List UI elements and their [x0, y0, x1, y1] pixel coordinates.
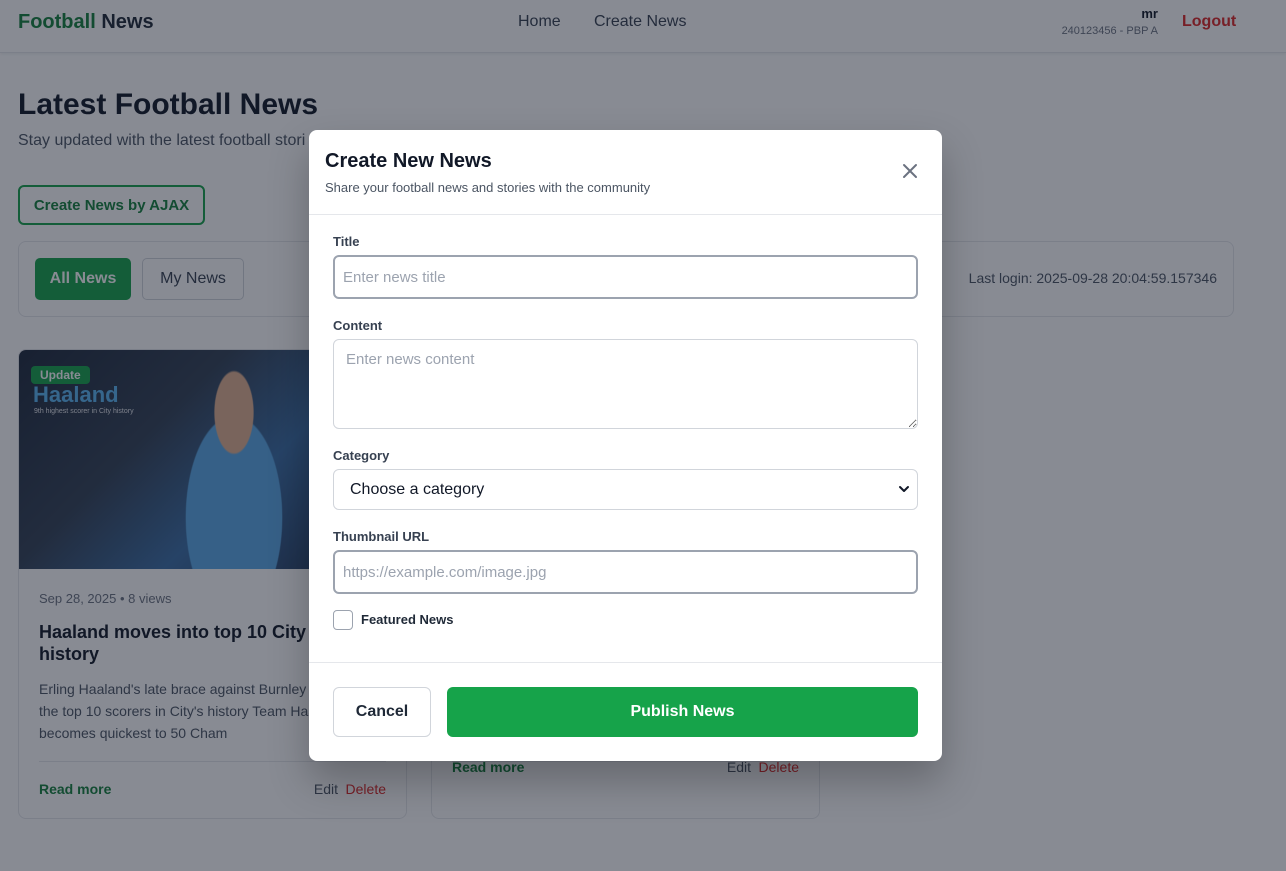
category-label: Category: [333, 448, 390, 463]
chevron-down-icon: [899, 486, 909, 492]
create-news-modal: Create New News Share your football news…: [309, 130, 942, 761]
content-label: Content: [333, 318, 383, 333]
content-textarea[interactable]: [333, 339, 918, 429]
title-label: Title: [333, 234, 360, 249]
featured-label[interactable]: Featured News: [361, 612, 453, 627]
modal-title: Create New News: [325, 150, 492, 172]
thumbnail-url-input[interactable]: [333, 550, 918, 594]
modal-footer-divider: [309, 662, 942, 663]
title-input[interactable]: [333, 255, 918, 299]
modal-subtitle: Share your football news and stories wit…: [325, 180, 651, 195]
category-select-value: Choose a category: [350, 480, 485, 498]
publish-news-button[interactable]: Publish News: [447, 687, 918, 737]
close-icon[interactable]: [899, 160, 921, 182]
featured-checkbox[interactable]: [333, 610, 353, 630]
thumbnail-label: Thumbnail URL: [333, 529, 430, 544]
cancel-button[interactable]: Cancel: [333, 687, 431, 737]
modal-header-divider: [309, 214, 942, 215]
category-select[interactable]: Choose a category: [333, 469, 918, 510]
